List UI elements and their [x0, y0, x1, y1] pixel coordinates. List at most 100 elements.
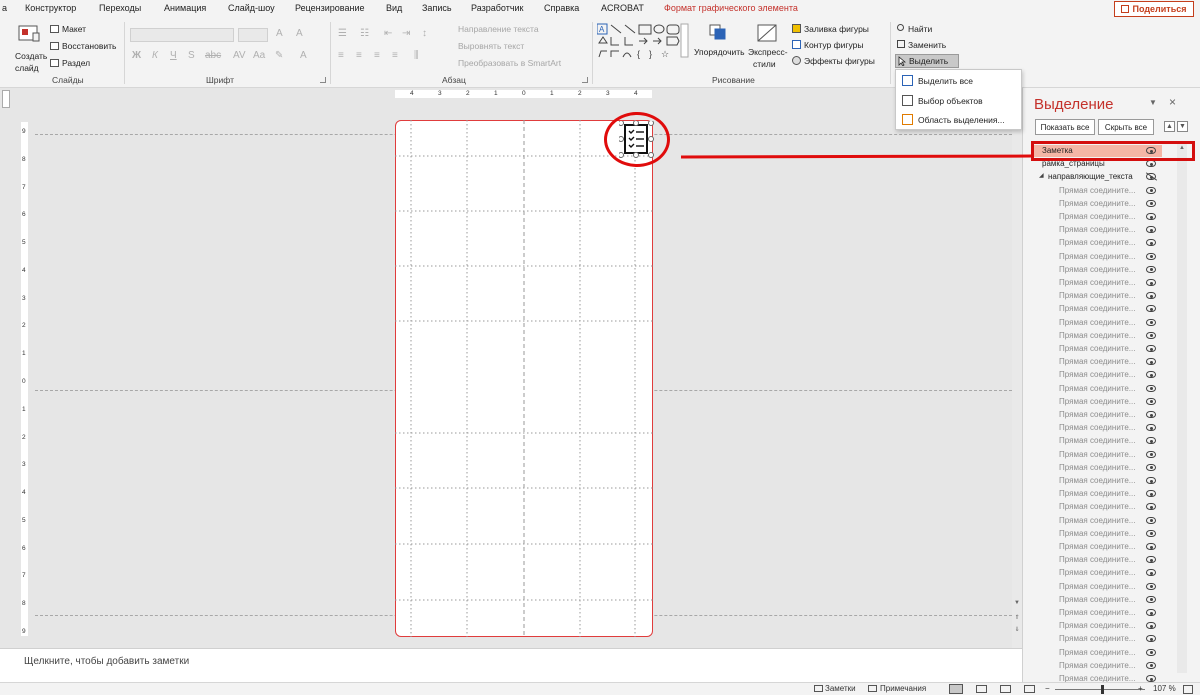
eye-icon[interactable]: [1146, 675, 1156, 682]
eye-icon[interactable]: [1146, 226, 1156, 234]
zoom-out-button[interactable]: −: [1045, 684, 1050, 693]
eye-icon[interactable]: [1146, 160, 1156, 168]
selection-pane-item[interactable]: Прямая соедините...: [1034, 594, 1162, 606]
selection-pane-item[interactable]: Прямая соедините...: [1034, 435, 1162, 447]
eye-icon[interactable]: [1146, 213, 1156, 220]
prev-slide-button[interactable]: ⇑: [1013, 614, 1021, 622]
tab-review[interactable]: Рецензирование: [295, 3, 365, 13]
selection-pane-item[interactable]: Прямая соедините...: [1034, 660, 1162, 672]
bullets-icon[interactable]: ☰: [338, 28, 347, 39]
selection-pane-item[interactable]: Прямая соедините...: [1034, 237, 1162, 249]
slide-sorter-icon[interactable]: [976, 685, 987, 693]
numbering-icon[interactable]: ☷: [360, 28, 369, 39]
align-center-icon[interactable]: ≡: [356, 50, 362, 61]
new-slide-button[interactable]: Создать слайд: [10, 23, 48, 73]
selection-pane-item[interactable]: Прямая соедините...: [1034, 607, 1162, 619]
zoom-in-button[interactable]: +: [1138, 684, 1143, 693]
tab-home-partial[interactable]: а: [2, 3, 7, 13]
shape-outline-button[interactable]: Контур фигуры: [792, 39, 882, 53]
font-color-icon[interactable]: A: [300, 50, 307, 61]
selection-pane-item[interactable]: Прямая соедините...: [1034, 528, 1162, 540]
selection-pane-item[interactable]: Прямая соедините...: [1034, 501, 1162, 513]
hide-all-button[interactable]: Скрыть все: [1098, 119, 1154, 135]
font-dialog-launcher[interactable]: [320, 77, 326, 83]
pane-options-chevron-icon[interactable]: ▼: [1149, 98, 1157, 107]
selection-pane-item[interactable]: Прямая соедините...: [1034, 488, 1162, 500]
selection-pane-item[interactable]: Прямая соедините...: [1034, 541, 1162, 553]
selection-pane-item[interactable]: Прямая соедините...: [1034, 317, 1162, 329]
eye-icon[interactable]: [1146, 186, 1156, 194]
eye-icon[interactable]: [1146, 397, 1156, 405]
selection-pane-item[interactable]: Прямая соедините...: [1034, 383, 1162, 395]
font-shrink-icon[interactable]: A: [296, 28, 303, 39]
tab-developer[interactable]: Разработчик: [471, 3, 523, 13]
tab-slideshow[interactable]: Слайд-шоу: [228, 3, 275, 13]
highlight-icon[interactable]: ✎: [275, 50, 283, 61]
notes-toggle-button[interactable]: Заметки: [812, 683, 862, 695]
selection-pane-item[interactable]: Прямая соедините...: [1034, 475, 1162, 487]
share-button[interactable]: Поделиться: [1114, 1, 1194, 17]
eye-icon[interactable]: [1146, 516, 1156, 524]
justify-icon[interactable]: ≡: [392, 50, 398, 61]
show-all-button[interactable]: Показать все: [1035, 119, 1095, 135]
bring-forward-button[interactable]: ▲: [1164, 121, 1175, 132]
selection-pane-item[interactable]: Прямая соедините...: [1034, 224, 1162, 236]
selection-pane-item[interactable]: Прямая соедините...: [1034, 211, 1162, 223]
tab-record[interactable]: Запись: [422, 3, 452, 13]
slide-canvas[interactable]: [395, 120, 653, 637]
send-backward-button[interactable]: ▼: [1177, 121, 1188, 132]
eye-icon[interactable]: [1146, 345, 1156, 352]
eye-icon[interactable]: [1146, 582, 1156, 590]
selection-pane-item[interactable]: Прямая соедините...: [1034, 462, 1162, 474]
menu-item-select-objects[interactable]: Выбор объектов: [902, 92, 1017, 109]
selection-pane-item[interactable]: Прямая соедините...: [1034, 198, 1162, 210]
spacing-icon[interactable]: AV: [233, 50, 246, 61]
eye-icon[interactable]: [1146, 569, 1156, 577]
strikethrough-icon[interactable]: abc: [205, 50, 221, 61]
eye-icon[interactable]: [1146, 331, 1156, 339]
eye-icon[interactable]: [1146, 450, 1156, 458]
scroll-down-arrow[interactable]: ▼: [1013, 600, 1021, 608]
selection-pane-item[interactable]: Прямая соедините...: [1034, 330, 1162, 342]
eye-icon[interactable]: [1146, 384, 1156, 392]
font-name-combo[interactable]: [130, 28, 234, 42]
eye-icon[interactable]: [1146, 265, 1156, 273]
close-icon[interactable]: ×: [1169, 95, 1176, 109]
eye-icon[interactable]: [1146, 609, 1156, 616]
selection-pane-item[interactable]: Прямая соедините...: [1034, 554, 1162, 566]
font-grow-icon[interactable]: A: [276, 28, 283, 39]
find-button[interactable]: Найти: [897, 23, 957, 37]
tab-view[interactable]: Вид: [386, 3, 402, 13]
tab-animation[interactable]: Анимация: [164, 3, 206, 13]
arrange-button[interactable]: Упорядочить: [694, 23, 745, 73]
text-direction-button[interactable]: Направление текста: [458, 23, 583, 37]
selection-pane-item[interactable]: Прямая соедините...: [1034, 396, 1162, 408]
selection-pane-item[interactable]: Прямая соедините...: [1034, 290, 1162, 302]
eye-icon[interactable]: [1146, 411, 1156, 418]
eye-icon[interactable]: [1146, 279, 1156, 286]
eye-icon[interactable]: [1146, 595, 1156, 603]
paragraph-dialog-launcher[interactable]: [582, 77, 588, 83]
eye-icon[interactable]: [1146, 292, 1156, 300]
shadow-icon[interactable]: S: [188, 50, 195, 61]
expand-triangle-icon[interactable]: ◢: [1039, 172, 1044, 179]
selection-pane-item[interactable]: Прямая соедините...: [1034, 251, 1162, 263]
outdent-icon[interactable]: ⇥: [402, 28, 410, 39]
indent-icon[interactable]: ⇤: [384, 28, 392, 39]
shape-fill-button[interactable]: Заливка фигуры: [792, 23, 882, 37]
line-spacing-icon[interactable]: ↕: [422, 28, 427, 39]
menu-item-select-all[interactable]: Выделить все: [902, 72, 1017, 89]
selection-pane-item[interactable]: Прямая соедините...: [1034, 264, 1162, 276]
align-left-icon[interactable]: ≡: [338, 50, 344, 61]
eye-icon[interactable]: [1146, 463, 1156, 471]
collapse-pane-handle[interactable]: [2, 90, 10, 108]
eye-icon[interactable]: [1146, 424, 1156, 432]
shape-effects-button[interactable]: Эффекты фигуры: [792, 55, 882, 69]
underline-icon[interactable]: Ч: [170, 50, 177, 61]
eye-icon[interactable]: [1146, 556, 1156, 564]
eye-icon[interactable]: [1146, 437, 1156, 445]
eye-icon[interactable]: [1146, 490, 1156, 498]
selection-pane-item[interactable]: Прямая соедините...: [1034, 369, 1162, 381]
eye-icon[interactable]: [1146, 648, 1156, 656]
shapes-gallery[interactable]: A { } ☆: [597, 23, 689, 69]
